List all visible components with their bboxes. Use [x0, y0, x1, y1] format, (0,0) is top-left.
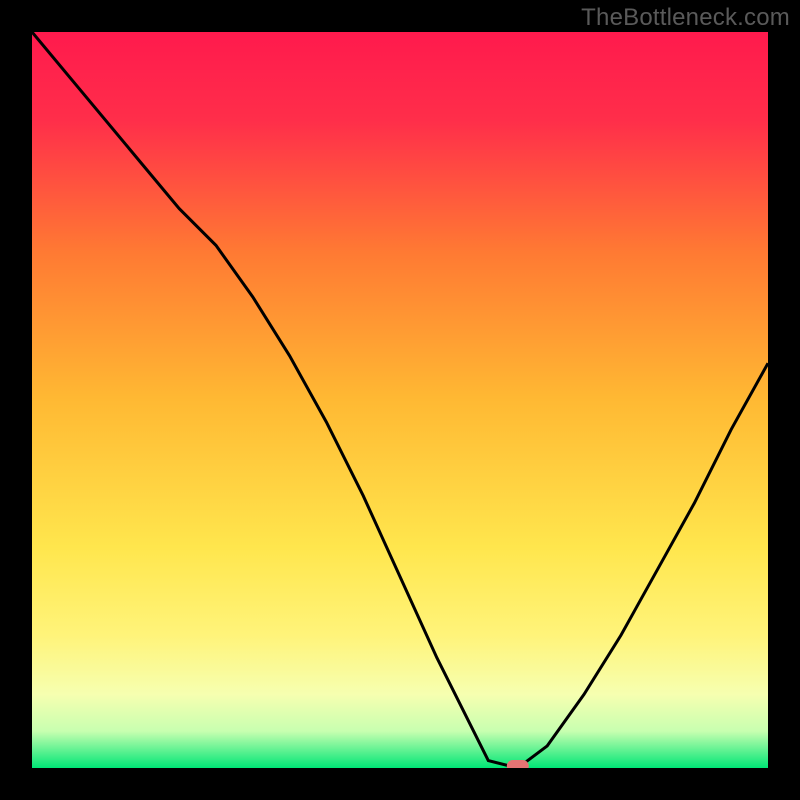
chart-background	[32, 32, 768, 768]
watermark-label: TheBottleneck.com	[581, 4, 790, 32]
optimal-marker	[507, 760, 529, 768]
chart-frame: TheBottleneck.com	[0, 0, 800, 800]
chart-svg	[32, 32, 768, 768]
chart-plot-area	[32, 32, 768, 768]
